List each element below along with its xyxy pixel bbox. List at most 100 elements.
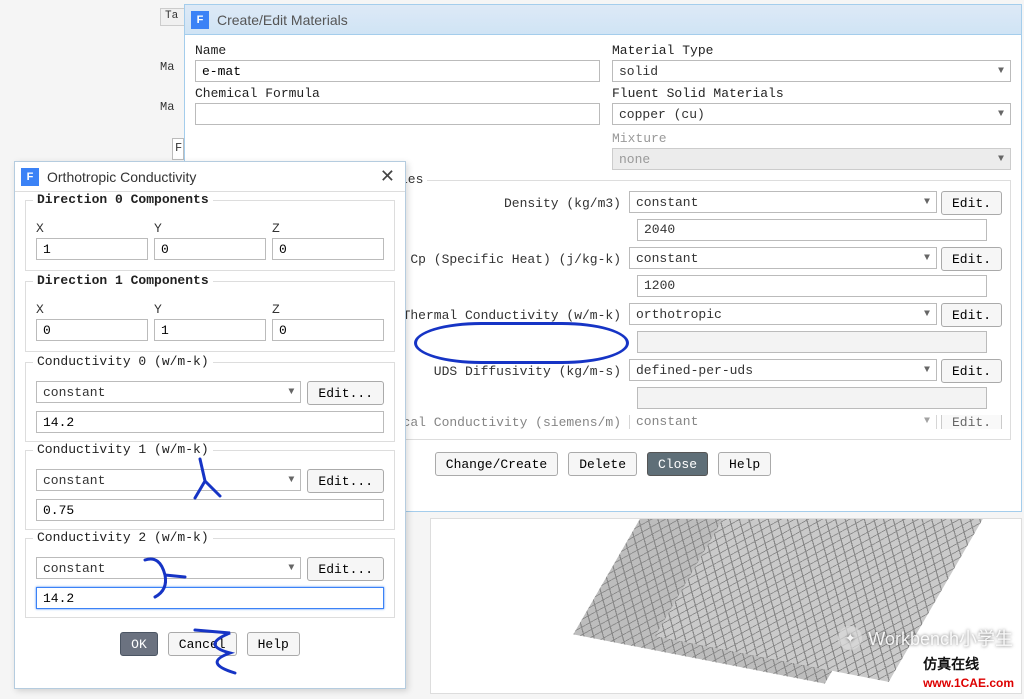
d1-y-input[interactable]	[154, 319, 266, 341]
fluent-icon: F	[21, 168, 39, 186]
chevron-down-icon: ▼	[998, 154, 1004, 165]
chevron-down-icon: ▼	[924, 197, 930, 208]
fluent-materials-select[interactable]: copper (cu) ▼	[612, 103, 1011, 125]
material-type-select[interactable]: solid ▼	[612, 60, 1011, 82]
help-button[interactable]: Help	[247, 632, 300, 656]
conductivity-1-label: Conductivity 1 (w/m-k)	[33, 442, 213, 457]
bg-label: Ma	[160, 100, 174, 114]
sub-button-row: OK Cancel Help	[25, 632, 395, 656]
d0-x-input[interactable]	[36, 238, 148, 260]
ok-button[interactable]: OK	[120, 632, 158, 656]
direction-1-title: Direction 1 Components	[33, 273, 213, 288]
thermal-conductivity-type-value: orthotropic	[636, 307, 722, 322]
fluent-materials-value: copper (cu)	[619, 107, 705, 122]
conductivity-2-value[interactable]	[36, 587, 384, 609]
chevron-down-icon: ▼	[924, 309, 930, 320]
material-type-value: solid	[619, 64, 658, 79]
conductivity-1-section: Conductivity 1 (w/m-k) constant ▼ Edit..…	[25, 450, 395, 530]
chevron-down-icon: ▼	[288, 387, 294, 398]
watermark-cn: 仿真在线	[923, 656, 979, 672]
orthotropic-conductivity-dialog: F Orthotropic Conductivity ✕ Direction 0…	[14, 161, 406, 689]
uds-type-select[interactable]: defined-per-uds ▼	[629, 359, 937, 381]
direction-1-section: Direction 1 Components X Y Z	[25, 281, 395, 352]
chevron-down-icon: ▼	[924, 365, 930, 376]
cp-type-value: constant	[636, 251, 698, 266]
bg-label: Ma	[160, 60, 174, 74]
uds-type-value: defined-per-uds	[636, 363, 753, 378]
sub-titlebar: F Orthotropic Conductivity ✕	[15, 162, 405, 192]
conductivity-2-type-value: constant	[43, 561, 105, 576]
d0-z-input[interactable]	[272, 238, 384, 260]
chevron-down-icon: ▼	[998, 66, 1004, 77]
thermal-conductivity-type-select[interactable]: orthotropic ▼	[629, 303, 937, 325]
name-input[interactable]	[195, 60, 600, 82]
y-label: Y	[154, 302, 266, 317]
thermal-conductivity-value	[637, 331, 987, 353]
bg-field: F	[172, 138, 184, 160]
cancel-button[interactable]: Cancel	[168, 632, 237, 656]
x-label: X	[36, 302, 148, 317]
elec-edit-button[interactable]: Edit.	[941, 415, 1002, 429]
help-button[interactable]: Help	[718, 452, 771, 476]
uds-edit-button[interactable]: Edit.	[941, 359, 1002, 383]
d1-x-input[interactable]	[36, 319, 148, 341]
name-label: Name	[195, 43, 600, 58]
mixture-value: none	[619, 152, 650, 167]
mesh-viewport[interactable]: ✦ Workbench小学生 仿真在线 www.1CAE.com	[430, 518, 1022, 694]
wechat-text: Workbench小学生	[868, 625, 1013, 651]
material-type-label: Material Type	[612, 43, 1011, 58]
wechat-icon: ✦	[838, 626, 862, 650]
close-button[interactable]: Close	[647, 452, 708, 476]
direction-0-title: Direction 0 Components	[33, 192, 213, 207]
d1-z-input[interactable]	[272, 319, 384, 341]
elec-type-select[interactable]: constant ▼	[629, 415, 937, 429]
density-edit-button[interactable]: Edit.	[941, 191, 1002, 215]
conductivity-0-label: Conductivity 0 (w/m-k)	[33, 354, 213, 369]
conductivity-0-section: Conductivity 0 (w/m-k) constant ▼ Edit..…	[25, 362, 395, 442]
conductivity-0-type-value: constant	[43, 385, 105, 400]
delete-button[interactable]: Delete	[568, 452, 637, 476]
sub-title: Orthotropic Conductivity	[47, 169, 196, 185]
z-label: Z	[272, 221, 384, 236]
close-icon[interactable]: ✕	[380, 166, 395, 187]
conductivity-0-edit-button[interactable]: Edit...	[307, 381, 384, 405]
thermal-conductivity-edit-button[interactable]: Edit.	[941, 303, 1002, 327]
chevron-down-icon: ▼	[924, 416, 930, 427]
conductivity-2-section: Conductivity 2 (w/m-k) constant ▼ Edit..…	[25, 538, 395, 618]
d0-y-input[interactable]	[154, 238, 266, 260]
conductivity-2-label: Conductivity 2 (w/m-k)	[33, 530, 213, 545]
cp-edit-button[interactable]: Edit.	[941, 247, 1002, 271]
conductivity-0-type-select[interactable]: constant ▼	[36, 381, 301, 403]
density-type-select[interactable]: constant ▼	[629, 191, 937, 213]
cp-value[interactable]: 1200	[637, 275, 987, 297]
chevron-down-icon: ▼	[288, 475, 294, 486]
conductivity-0-value[interactable]	[36, 411, 384, 433]
change-create-button[interactable]: Change/Create	[435, 452, 558, 476]
watermark-url: www.1CAE.com	[923, 676, 1014, 690]
density-value[interactable]: 2040	[637, 219, 987, 241]
direction-0-section: Direction 0 Components X Y Z	[25, 200, 395, 271]
conductivity-1-type-value: constant	[43, 473, 105, 488]
cp-type-select[interactable]: constant ▼	[629, 247, 937, 269]
x-label: X	[36, 221, 148, 236]
main-titlebar: F Create/Edit Materials	[185, 5, 1021, 35]
conductivity-2-type-select[interactable]: constant ▼	[36, 557, 301, 579]
chevron-down-icon: ▼	[924, 253, 930, 264]
uds-value	[637, 387, 987, 409]
mixture-select: none ▼	[612, 148, 1011, 170]
chemical-formula-input[interactable]	[195, 103, 600, 125]
conductivity-2-edit-button[interactable]: Edit...	[307, 557, 384, 581]
elec-type-value: constant	[636, 415, 698, 429]
conductivity-1-edit-button[interactable]: Edit...	[307, 469, 384, 493]
main-title: Create/Edit Materials	[217, 12, 348, 28]
conductivity-1-value[interactable]	[36, 499, 384, 521]
chevron-down-icon: ▼	[288, 563, 294, 574]
z-label: Z	[272, 302, 384, 317]
mixture-label: Mixture	[612, 131, 1011, 146]
fluent-icon: F	[191, 11, 209, 29]
site-watermark: 仿真在线 www.1CAE.com	[920, 653, 1017, 691]
conductivity-1-type-select[interactable]: constant ▼	[36, 469, 301, 491]
density-type-value: constant	[636, 195, 698, 210]
fluent-materials-label: Fluent Solid Materials	[612, 86, 1011, 101]
chemical-formula-label: Chemical Formula	[195, 86, 600, 101]
